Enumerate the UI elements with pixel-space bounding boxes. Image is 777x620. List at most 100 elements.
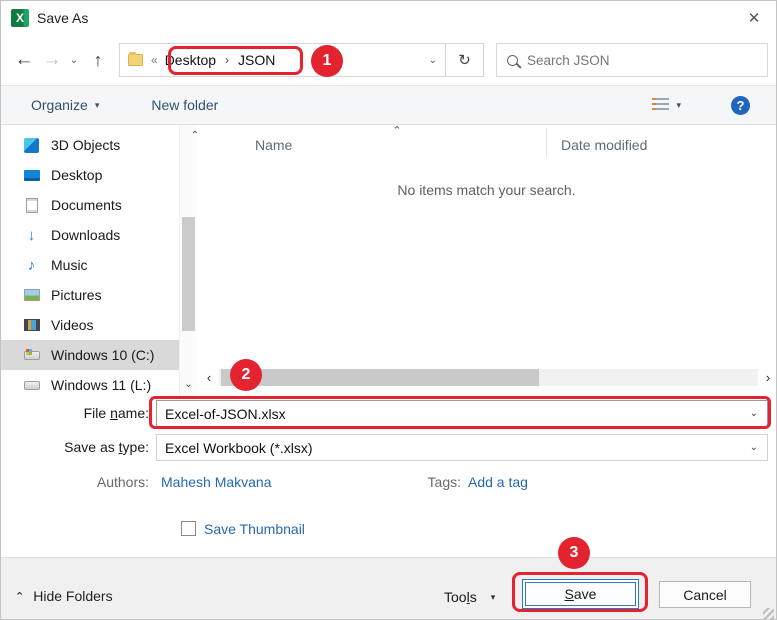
tools-label: Tools bbox=[444, 589, 477, 605]
column-header-name[interactable]: Name bbox=[255, 137, 292, 153]
sidebar-item-windows-11-l[interactable]: Windows 11 (L:) bbox=[1, 370, 179, 396]
details-view-icon bbox=[652, 98, 669, 112]
close-icon: ✕ bbox=[748, 9, 761, 27]
add-tag-link[interactable]: Add a tag bbox=[468, 474, 528, 490]
sidebar-item-pictures[interactable]: Pictures bbox=[1, 280, 179, 310]
organize-button[interactable]: Organize ▾ bbox=[31, 97, 99, 113]
breadcrumb-separator-icon: › bbox=[225, 53, 229, 67]
horizontal-scrollbar[interactable]: ‹ › bbox=[201, 365, 776, 389]
sidebar-item-videos[interactable]: Videos bbox=[1, 310, 179, 340]
resize-grip[interactable] bbox=[763, 608, 774, 619]
empty-list-message: No items match your search. bbox=[197, 182, 776, 198]
help-button[interactable]: ? bbox=[731, 96, 750, 115]
file-name-label: File name: bbox=[1, 405, 149, 421]
scroll-down-icon[interactable]: ⌄ bbox=[180, 379, 197, 390]
drive-icon bbox=[23, 347, 40, 364]
drive-icon bbox=[23, 377, 40, 394]
forward-icon: → bbox=[43, 49, 62, 71]
save-as-type-value: Excel Workbook (*.xlsx) bbox=[157, 440, 313, 456]
file-name-input[interactable] bbox=[157, 406, 750, 422]
chevron-down-icon[interactable]: ⌄ bbox=[750, 442, 767, 453]
horizontal-scrollbar-thumb[interactable] bbox=[221, 369, 539, 386]
excel-app-icon: X bbox=[11, 9, 29, 27]
help-icon: ? bbox=[737, 98, 745, 113]
hide-folders-button[interactable]: ⌃ Hide Folders bbox=[15, 588, 113, 604]
sidebar-item-desktop[interactable]: Desktop bbox=[1, 160, 179, 190]
footer-bar: ⌃ Hide Folders Tools ▾ Save Cancel bbox=[1, 557, 776, 620]
breadcrumb-desktop[interactable]: Desktop bbox=[165, 52, 216, 68]
dropdown-caret-icon: ▾ bbox=[676, 100, 681, 111]
chevron-down-icon: ⌄ bbox=[70, 55, 78, 66]
chevron-down-icon[interactable]: ⌄ bbox=[750, 408, 767, 419]
sidebar-item-music[interactable]: ♪ Music bbox=[1, 250, 179, 280]
breadcrumb-json[interactable]: JSON bbox=[238, 52, 275, 68]
sidebar-item-label: Windows 11 (L:) bbox=[51, 377, 151, 393]
sidebar-item-3d-objects[interactable]: 3D Objects bbox=[1, 130, 179, 160]
cancel-button-label: Cancel bbox=[683, 587, 727, 603]
back-button[interactable]: ← bbox=[9, 49, 39, 71]
authors-value-link[interactable]: Mahesh Makvana bbox=[161, 474, 272, 490]
column-divider bbox=[546, 128, 547, 157]
save-button[interactable]: Save bbox=[522, 579, 639, 609]
up-button[interactable]: ↑ bbox=[83, 50, 113, 71]
sidebar-item-downloads[interactable]: ↓ Downloads bbox=[1, 220, 179, 250]
authors-label: Authors: bbox=[1, 474, 149, 490]
sidebar-item-windows-10-c[interactable]: Windows 10 (C:) bbox=[1, 340, 179, 370]
sidebar-item-label: Music bbox=[51, 257, 88, 273]
sidebar-item-documents[interactable]: Documents bbox=[1, 190, 179, 220]
sidebar-item-label: 3D Objects bbox=[51, 137, 120, 153]
search-input[interactable] bbox=[527, 53, 757, 68]
tags-label: Tags: bbox=[313, 474, 461, 490]
close-button[interactable]: ✕ bbox=[732, 1, 776, 35]
window-title: Save As bbox=[37, 10, 88, 26]
refresh-button[interactable]: ↻ bbox=[446, 43, 484, 77]
save-as-type-combobox[interactable]: Excel Workbook (*.xlsx) ⌄ bbox=[156, 434, 768, 461]
title-bar: X Save As ✕ bbox=[1, 1, 776, 35]
organize-label: Organize bbox=[31, 97, 88, 113]
horizontal-scrollbar-track[interactable] bbox=[219, 369, 758, 386]
command-toolbar: Organize ▾ New folder ▾ ? bbox=[1, 85, 776, 125]
desktop-icon bbox=[23, 167, 40, 184]
tools-button[interactable]: Tools ▾ bbox=[444, 589, 495, 605]
search-icon bbox=[507, 55, 518, 66]
save-options-area: File name: ⌄ Save as type: Excel Workboo… bbox=[1, 396, 776, 557]
folder-icon bbox=[128, 54, 143, 66]
search-box[interactable] bbox=[496, 43, 768, 77]
save-thumbnail-label[interactable]: Save Thumbnail bbox=[204, 521, 305, 537]
sidebar-scrollbar-thumb[interactable] bbox=[182, 217, 195, 331]
scroll-left-icon[interactable]: ‹ bbox=[201, 370, 217, 385]
column-header-date-modified[interactable]: Date modified bbox=[561, 137, 647, 153]
sidebar-item-label: Videos bbox=[51, 317, 94, 333]
sort-ascending-icon[interactable]: ⌃ bbox=[390, 125, 404, 137]
refresh-icon: ↻ bbox=[458, 51, 471, 69]
save-as-type-label: Save as type: bbox=[1, 439, 149, 455]
change-view-button[interactable]: ▾ bbox=[652, 98, 681, 112]
address-dropdown-chevron-icon[interactable]: ⌄ bbox=[429, 55, 437, 66]
save-as-dialog: X Save As ✕ ← → ⌄ ↑ « Desktop › JSON ⌄ ↻… bbox=[0, 0, 777, 620]
sidebar-item-label: Documents bbox=[51, 197, 122, 213]
music-icon: ♪ bbox=[23, 257, 40, 274]
cancel-button[interactable]: Cancel bbox=[659, 581, 751, 608]
pictures-icon bbox=[23, 287, 40, 304]
file-list: ⌃ Name Date modified No items match your… bbox=[197, 125, 776, 396]
forward-button[interactable]: → bbox=[39, 49, 65, 71]
navigation-bar: ← → ⌄ ↑ « Desktop › JSON ⌄ ↻ bbox=[1, 35, 776, 85]
new-folder-button[interactable]: New folder bbox=[151, 97, 218, 113]
documents-icon bbox=[23, 197, 40, 214]
sidebar-item-label: Windows 10 (C:) bbox=[51, 347, 154, 363]
new-folder-label: New folder bbox=[151, 97, 218, 113]
sidebar-scrollbar[interactable]: ⌃ ⌄ bbox=[179, 125, 197, 396]
videos-icon bbox=[23, 317, 40, 334]
recent-locations-button[interactable]: ⌄ bbox=[65, 55, 83, 66]
scroll-right-icon[interactable]: › bbox=[760, 370, 776, 385]
address-bar[interactable]: « Desktop › JSON ⌄ bbox=[119, 43, 446, 77]
file-name-combobox[interactable]: ⌄ bbox=[156, 400, 768, 427]
hide-folders-label: Hide Folders bbox=[33, 588, 112, 604]
3d-objects-icon bbox=[23, 137, 40, 154]
up-icon: ↑ bbox=[94, 50, 103, 71]
chevron-up-icon: ⌃ bbox=[15, 590, 24, 603]
sidebar-item-label: Desktop bbox=[51, 167, 102, 183]
breadcrumb-collapse-icon[interactable]: « bbox=[151, 53, 158, 67]
sidebar-item-label: Pictures bbox=[51, 287, 102, 303]
save-thumbnail-checkbox[interactable] bbox=[181, 521, 196, 536]
